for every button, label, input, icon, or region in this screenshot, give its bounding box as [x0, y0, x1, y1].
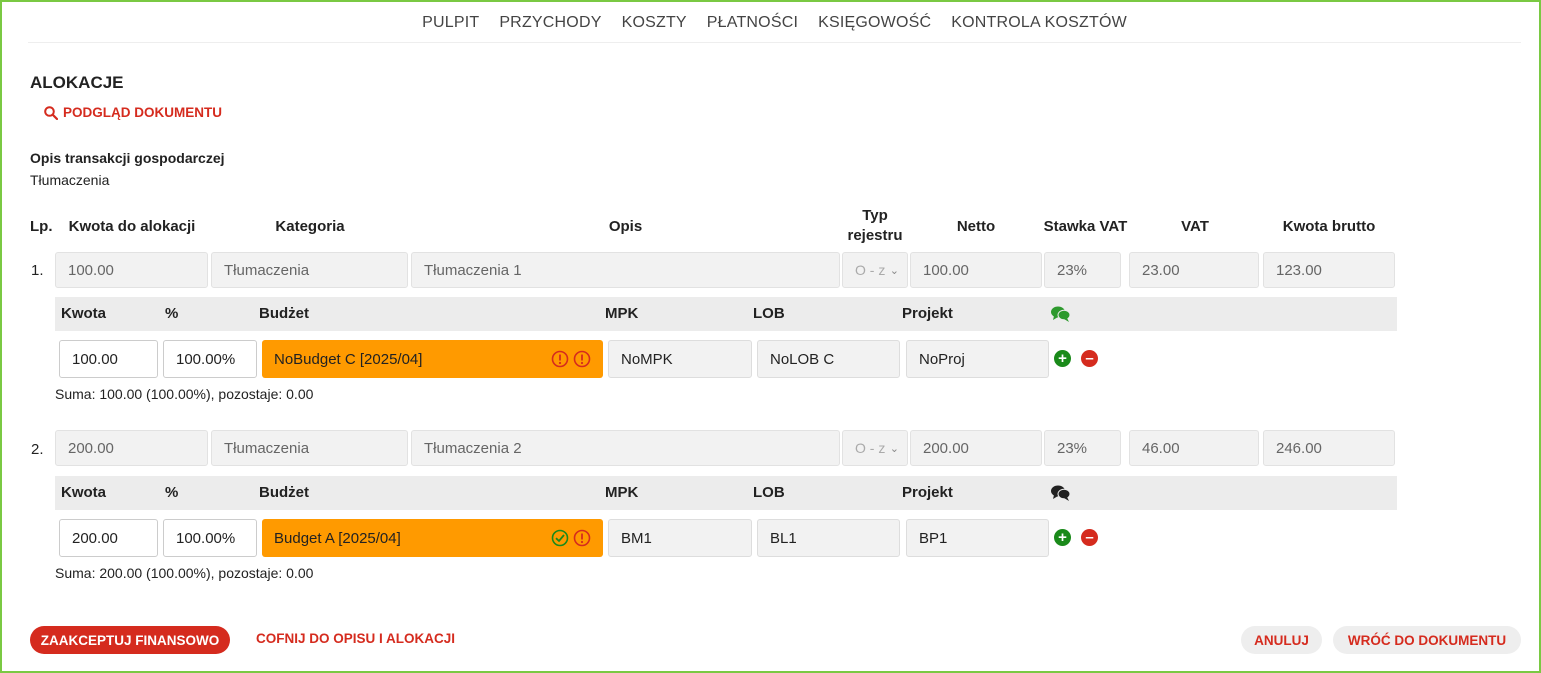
col-header-lp: Lp.	[30, 218, 53, 235]
transaction-description-label: Opis transakcji gospodarczej	[30, 150, 225, 166]
check-circle-icon	[551, 529, 569, 547]
lob-field[interactable]: BL1	[757, 519, 900, 557]
row-number: 1.	[31, 262, 44, 279]
netto-field: 100.00	[910, 252, 1042, 288]
cancel-button[interactable]: ANULUJ	[1241, 626, 1322, 654]
mpk-field[interactable]: NoMPK	[608, 340, 752, 378]
description-field: Tłumaczenia 1	[411, 252, 840, 288]
register-type-value: O - z	[855, 440, 885, 456]
col-header-typ-rejestru: Typ rejestru	[842, 206, 908, 246]
budget-field[interactable]: NoBudget C [2025/04]	[262, 340, 603, 378]
allocation-summary: Suma: 100.00 (100.00%), pozostaje: 0.00	[55, 386, 314, 402]
sub-header-mpk: MPK	[605, 484, 639, 501]
warning-icon	[573, 350, 591, 368]
col-header-stawka-vat: Stawka VAT	[1043, 218, 1128, 235]
amount-to-allocate-field: 100.00	[55, 252, 208, 288]
col-header-kwota-brutto: Kwota brutto	[1282, 218, 1376, 235]
row-number: 2.	[31, 441, 44, 458]
category-field: Tłumaczenia	[211, 430, 408, 466]
lob-field[interactable]: NoLOB C	[757, 340, 900, 378]
chevron-down-icon: ⌄	[889, 442, 899, 455]
warning-icon	[551, 350, 569, 368]
sub-header-kwota: Kwota	[61, 305, 106, 322]
budget-value: Budget A [2025/04]	[274, 529, 401, 547]
budget-value: NoBudget C [2025/04]	[274, 350, 423, 368]
document-preview-link[interactable]: PODGLĄD DOKUMENTU	[44, 105, 222, 120]
warning-icon	[573, 529, 591, 547]
allocation-header: Kwota % Budżet MPK LOB Projekt	[55, 476, 1397, 510]
register-type-select: O - z ⌄	[842, 252, 908, 288]
sub-header-budzet: Budżet	[259, 305, 309, 322]
sub-header-lob: LOB	[753, 484, 785, 501]
page-title: ALOKACJE	[30, 73, 124, 92]
amount-to-allocate-field: 200.00	[55, 430, 208, 466]
top-nav: PULPIT PRZYCHODY KOSZTY PŁATNOŚCI KSIĘGO…	[28, 14, 1521, 43]
brutto-field: 123.00	[1263, 252, 1395, 288]
sub-header-pct: %	[165, 484, 179, 501]
col-header-kwota: Kwota do alokacji	[68, 218, 196, 235]
nav-item-przychody[interactable]: PRZYCHODY	[499, 14, 601, 42]
mpk-field[interactable]: BM1	[608, 519, 752, 557]
vat-field: 46.00	[1129, 430, 1259, 466]
col-header-vat: VAT	[1181, 218, 1209, 235]
nav-item-kontrola-kosztow[interactable]: KONTROLA KOSZTÓW	[951, 14, 1127, 42]
col-header-typ-line1: Typ	[862, 207, 888, 224]
sub-header-kwota: Kwota	[61, 484, 106, 501]
brutto-field: 246.00	[1263, 430, 1395, 466]
sub-header-budzet: Budżet	[259, 484, 309, 501]
allocation-percent-input[interactable]: 100.00%	[163, 340, 257, 378]
col-header-kategoria: Kategoria	[275, 218, 345, 235]
col-header-typ-line2: rejestru	[847, 227, 903, 244]
nav-item-ksiegowosc[interactable]: KSIĘGOWOŚĆ	[818, 14, 931, 42]
nav-item-koszty[interactable]: KOSZTY	[622, 14, 687, 42]
nav-item-pulpit[interactable]: PULPIT	[422, 14, 479, 42]
search-icon	[44, 105, 58, 120]
budget-field[interactable]: Budget A [2025/04]	[262, 519, 603, 557]
col-header-opis: Opis	[608, 218, 643, 235]
netto-field: 200.00	[910, 430, 1042, 466]
col-header-netto: Netto	[956, 218, 996, 235]
comments-icon[interactable]	[1050, 305, 1072, 323]
sub-header-projekt: Projekt	[902, 305, 953, 322]
return-to-document-button[interactable]: WRÓĆ DO DOKUMENTU	[1333, 626, 1521, 654]
allocation-summary: Suma: 200.00 (100.00%), pozostaje: 0.00	[55, 565, 314, 581]
allocation-amount-input[interactable]: 100.00	[59, 340, 158, 378]
vat-field: 23.00	[1129, 252, 1259, 288]
allocation-amount-input[interactable]: 200.00	[59, 519, 158, 557]
remove-allocation-button[interactable]: –	[1081, 350, 1098, 367]
allocation-header: Kwota % Budżet MPK LOB Projekt	[55, 297, 1397, 331]
projekt-field[interactable]: BP1	[906, 519, 1049, 557]
add-allocation-button[interactable]: +	[1054, 529, 1071, 546]
accept-financially-button[interactable]: ZAAKCEPTUJ FINANSOWO	[30, 626, 230, 654]
category-field: Tłumaczenia	[211, 252, 408, 288]
sub-header-pct: %	[165, 305, 179, 322]
projekt-field[interactable]: NoProj	[906, 340, 1049, 378]
add-allocation-button[interactable]: +	[1054, 350, 1071, 367]
sub-header-mpk: MPK	[605, 305, 639, 322]
register-type-select: O - z ⌄	[842, 430, 908, 466]
comments-icon[interactable]	[1050, 484, 1072, 502]
allocation-percent-input[interactable]: 100.00%	[163, 519, 257, 557]
sub-header-projekt: Projekt	[902, 484, 953, 501]
transaction-description-value: Tłumaczenia	[30, 172, 110, 188]
document-preview-label: PODGLĄD DOKUMENTU	[63, 105, 222, 120]
vat-rate-field: 23%	[1044, 430, 1121, 466]
sub-header-lob: LOB	[753, 305, 785, 322]
back-to-description-link[interactable]: COFNIJ DO OPISU I ALOKACJI	[256, 631, 455, 646]
register-type-value: O - z	[855, 262, 885, 278]
nav-item-platnosci[interactable]: PŁATNOŚCI	[707, 14, 798, 42]
remove-allocation-button[interactable]: –	[1081, 529, 1098, 546]
vat-rate-field: 23%	[1044, 252, 1121, 288]
description-field: Tłumaczenia 2	[411, 430, 840, 466]
chevron-down-icon: ⌄	[889, 264, 899, 277]
